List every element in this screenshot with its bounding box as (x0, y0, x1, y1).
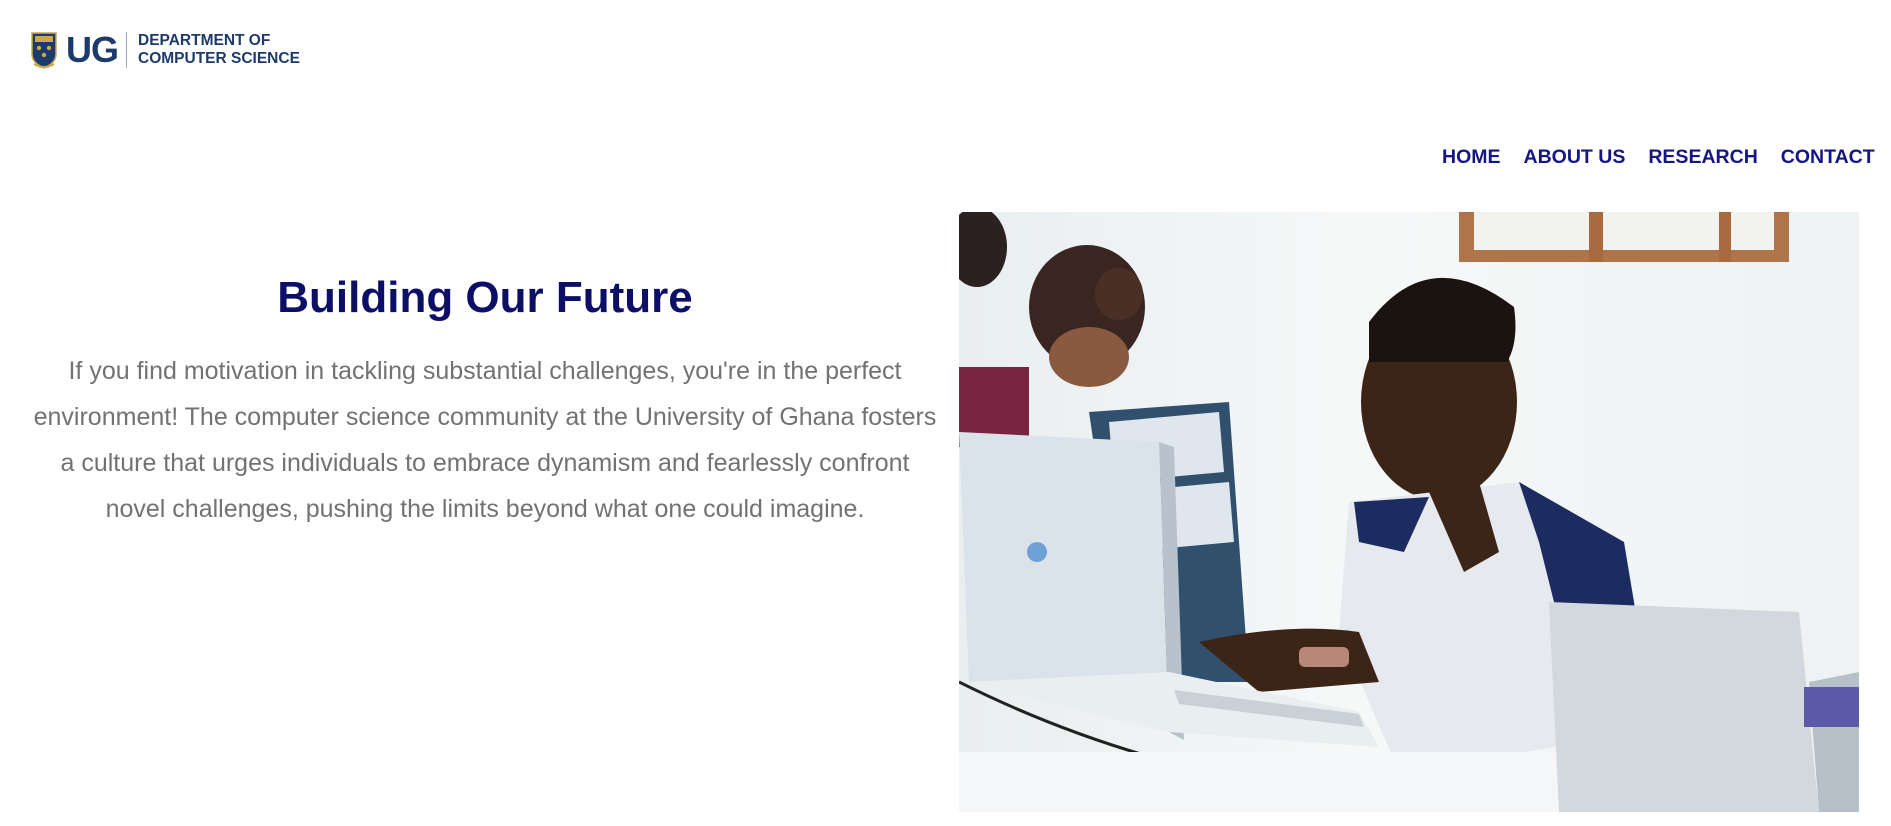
hero-image (959, 212, 1859, 812)
hero-description: If you find motivation in tackling subst… (33, 357, 937, 523)
main-nav: HOME ABOUT US RESEARCH CONTACT (1442, 144, 1891, 170)
nav-home[interactable]: HOME (1442, 144, 1501, 170)
nav-contact[interactable]: CONTACT (1781, 144, 1875, 170)
hero-section: Building Our Future If you find motivati… (30, 270, 940, 532)
nav-research[interactable]: RESEARCH (1648, 144, 1757, 170)
nav-about-us[interactable]: ABOUT US (1524, 144, 1626, 170)
site-header: UG DEPARTMENT OF COMPUTER SCIENCE (30, 28, 300, 72)
hero-title: Building Our Future (277, 273, 693, 322)
logo-divider (126, 32, 127, 68)
university-crest-icon[interactable] (30, 30, 58, 70)
department-line-1: DEPARTMENT OF (138, 32, 271, 49)
logo-abbrev[interactable]: UG (66, 28, 119, 72)
department-name: DEPARTMENT OF COMPUTER SCIENCE (138, 32, 300, 68)
department-line-2: COMPUTER SCIENCE (138, 50, 300, 67)
